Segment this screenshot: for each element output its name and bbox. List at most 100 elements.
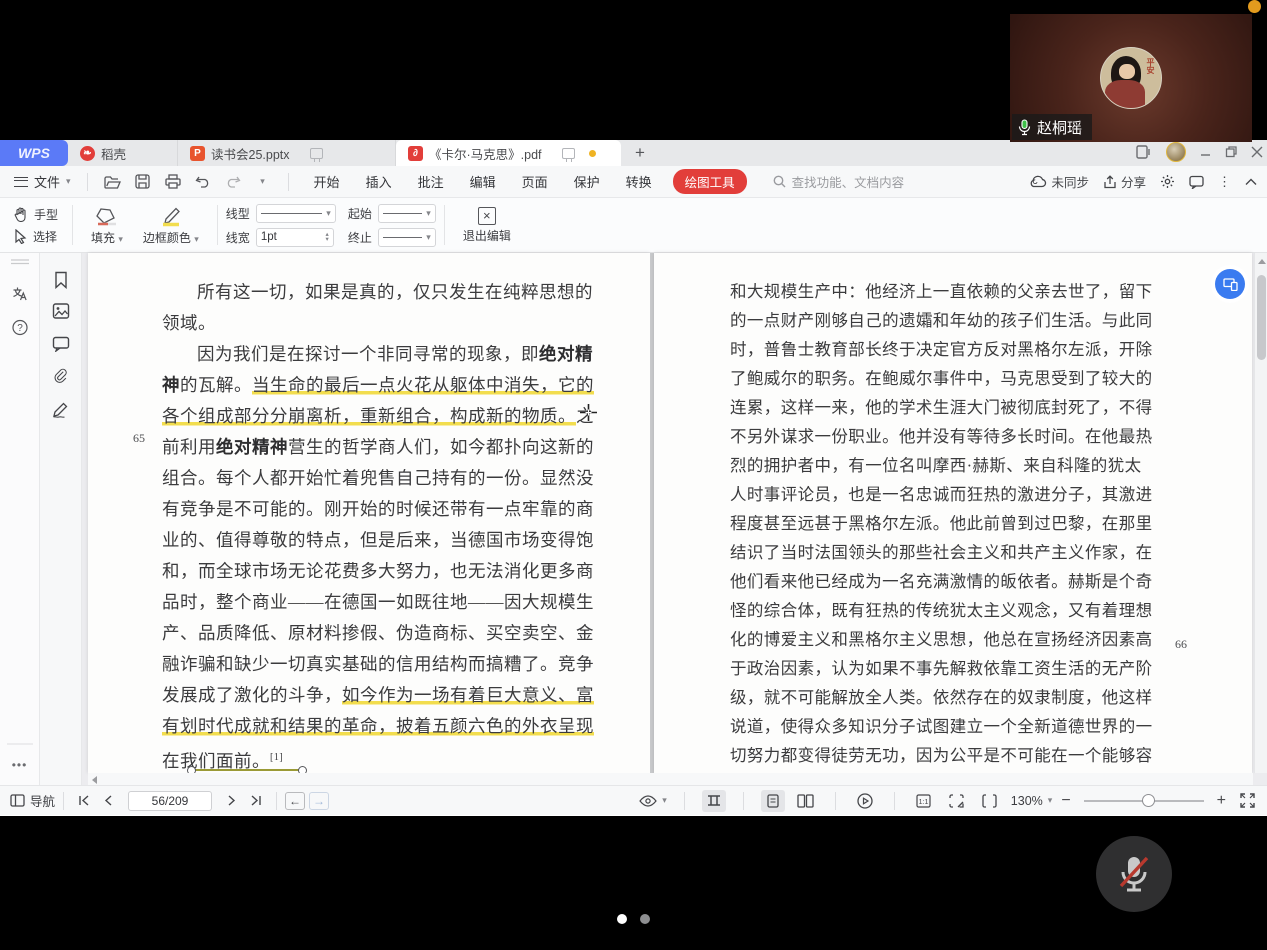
- close-button[interactable]: [1251, 146, 1263, 158]
- signature-icon[interactable]: [52, 401, 70, 418]
- zoom-slider[interactable]: [1084, 800, 1204, 802]
- border-color-pencil-icon: [158, 205, 184, 227]
- attachment-icon[interactable]: [53, 368, 69, 385]
- translate-icon[interactable]: [11, 285, 28, 302]
- minimize-button[interactable]: [1200, 147, 1211, 158]
- vertical-scrollbar[interactable]: [1254, 253, 1267, 773]
- redo-button[interactable]: [220, 170, 246, 194]
- play-presentation-button[interactable]: [853, 790, 877, 812]
- actual-size-button[interactable]: 1:1: [912, 790, 936, 812]
- pdf-canvas[interactable]: 所有这一切，如果是真的，仅只发生在纯粹思想的领域。因为我们是在探讨一个非同寻常的…: [82, 253, 1267, 785]
- hand-tool[interactable]: 手型: [14, 206, 58, 223]
- last-page-button[interactable]: [244, 790, 268, 812]
- exit-edit-icon: ×: [478, 207, 496, 225]
- save-button[interactable]: [130, 170, 156, 194]
- wps-window: WPS ❧ 稻壳 P 读书会25.pptx ∂ 《卡尔·马克思》.pdf +: [0, 140, 1267, 816]
- menu-item[interactable]: 插入: [353, 166, 405, 198]
- account-avatar[interactable]: [1166, 142, 1186, 162]
- settings-gear-icon[interactable]: [1160, 174, 1175, 189]
- arrow-start-select[interactable]: ▾: [378, 204, 436, 223]
- more-commands-icon[interactable]: ▾: [250, 170, 276, 194]
- draw-tools-active-tab[interactable]: 绘图工具: [673, 169, 747, 194]
- menu-item[interactable]: 转换: [613, 166, 665, 198]
- page-dot-active[interactable]: [617, 914, 627, 924]
- scroll-left-arrow[interactable]: [92, 776, 97, 784]
- fill-dropdown[interactable]: 填充 ▾: [81, 205, 133, 246]
- print-button[interactable]: [160, 170, 186, 194]
- kebab-menu-icon[interactable]: ⋮: [1218, 174, 1231, 190]
- page-dot-inactive[interactable]: [640, 914, 650, 924]
- draw-tools-ribbon: 手型 选择 填充 ▾ 边框颜色 ▾ 线型 ▾ 线宽 1pt: [0, 198, 1267, 253]
- next-page-button[interactable]: [220, 790, 244, 812]
- scrollbar-thumb[interactable]: [1257, 275, 1266, 360]
- annotation-strip: [40, 253, 82, 785]
- continuous-scroll-button[interactable]: [702, 790, 726, 812]
- undo-button[interactable]: [190, 170, 216, 194]
- restore-button[interactable]: [1225, 146, 1237, 158]
- two-page-view-button[interactable]: [794, 790, 818, 812]
- comment-icon[interactable]: [52, 336, 69, 352]
- horizontal-scrollbar[interactable]: [88, 773, 1253, 785]
- image-annotation-icon[interactable]: [52, 303, 69, 319]
- book-text-line: 了鲍威尔的职务。在鲍威尔事件中，马克思受到了较大的: [730, 364, 1176, 393]
- book-text-line: 切努力都变得徒劳无功，因为公平是不可能在一个能够容: [730, 741, 1176, 770]
- first-page-button[interactable]: [72, 790, 96, 812]
- open-file-button[interactable]: [100, 170, 126, 194]
- fullscreen-button[interactable]: [1235, 790, 1259, 812]
- participant-video-tile[interactable]: 平安 赵桐瑶: [1010, 14, 1252, 142]
- border-color-dropdown[interactable]: 边框颜色 ▾: [133, 205, 209, 246]
- pdf-page-left[interactable]: 所有这一切，如果是真的，仅只发生在纯粹思想的领域。因为我们是在探讨一个非同寻常的…: [88, 253, 650, 773]
- eye-protection-dropdown[interactable]: ▾: [639, 795, 667, 807]
- fit-page-button[interactable]: [945, 790, 969, 812]
- zoom-in-button[interactable]: +: [1217, 792, 1226, 810]
- more-tools-ellipsis[interactable]: •••: [12, 758, 28, 772]
- single-page-view-button[interactable]: [761, 790, 785, 812]
- integrate-mode-icon[interactable]: [1136, 145, 1152, 159]
- tab-pptx[interactable]: P 读书会25.pptx: [178, 140, 396, 166]
- feedback-bubble-icon[interactable]: [1189, 175, 1204, 189]
- zoom-level-dropdown[interactable]: 130% ▾: [1011, 794, 1053, 808]
- zoom-slider-knob[interactable]: [1142, 794, 1155, 807]
- menu-item[interactable]: 编辑: [457, 166, 509, 198]
- line-width-stepper[interactable]: 1pt ▴▾: [256, 228, 334, 247]
- fit-width-button[interactable]: [978, 790, 1002, 812]
- panel-drag-handle[interactable]: [11, 259, 29, 265]
- history-back-button[interactable]: ←: [285, 792, 305, 810]
- share-button[interactable]: 分享: [1103, 172, 1146, 191]
- text-segment: 领域。: [162, 313, 216, 333]
- screencast-icon: [310, 148, 323, 159]
- pdf-page-right[interactable]: 和大规模生产中：他经济上一直依赖的父亲去世了，留下的一点财产刚够自己的遗孀和年幼…: [654, 253, 1252, 773]
- bookmark-icon[interactable]: [53, 271, 68, 289]
- line-type-select[interactable]: ▾: [256, 204, 336, 223]
- page-number-input[interactable]: [128, 791, 212, 811]
- text-segment: 怪的综合体，既有狂热的传统犹太主义观念，又有着理想: [730, 601, 1153, 620]
- collapse-ribbon-icon[interactable]: [1245, 178, 1257, 186]
- nav-panel-icon: [10, 794, 25, 807]
- selected-annotation-line[interactable]: [192, 769, 302, 771]
- exit-edit-button[interactable]: × 退出编辑: [453, 207, 521, 244]
- sync-status[interactable]: 未同步: [1029, 172, 1089, 191]
- new-tab-button[interactable]: +: [621, 140, 659, 166]
- menu-item[interactable]: 开始: [301, 166, 353, 198]
- cursor-icon: [14, 229, 27, 244]
- menu-item[interactable]: 批注: [405, 166, 457, 198]
- tab-pdf-active[interactable]: ∂ 《卡尔·马克思》.pdf: [396, 140, 621, 166]
- scroll-up-arrow[interactable]: [1258, 259, 1266, 264]
- arrow-end-select[interactable]: ▾: [378, 228, 436, 247]
- panel-divider: [7, 743, 33, 745]
- help-icon[interactable]: ?: [11, 319, 28, 336]
- search-box[interactable]: 查找功能、文档内容: [773, 172, 905, 191]
- microphone-muted-button[interactable]: [1096, 836, 1172, 912]
- mobile-view-float-button[interactable]: [1215, 269, 1245, 299]
- select-tool[interactable]: 选择: [14, 228, 58, 245]
- zoom-out-button[interactable]: −: [1061, 792, 1070, 810]
- wps-home-button[interactable]: WPS: [0, 140, 68, 166]
- menu-item[interactable]: 保护: [561, 166, 613, 198]
- menu-item[interactable]: 页面: [509, 166, 561, 198]
- file-menu[interactable]: 文件 ▾: [10, 172, 75, 191]
- line-width-label: 线宽: [226, 229, 250, 246]
- history-forward-button[interactable]: →: [309, 792, 329, 810]
- prev-page-button[interactable]: [96, 790, 120, 812]
- navigation-toggle[interactable]: 导航: [10, 791, 55, 810]
- tab-docer[interactable]: ❧ 稻壳: [68, 140, 178, 166]
